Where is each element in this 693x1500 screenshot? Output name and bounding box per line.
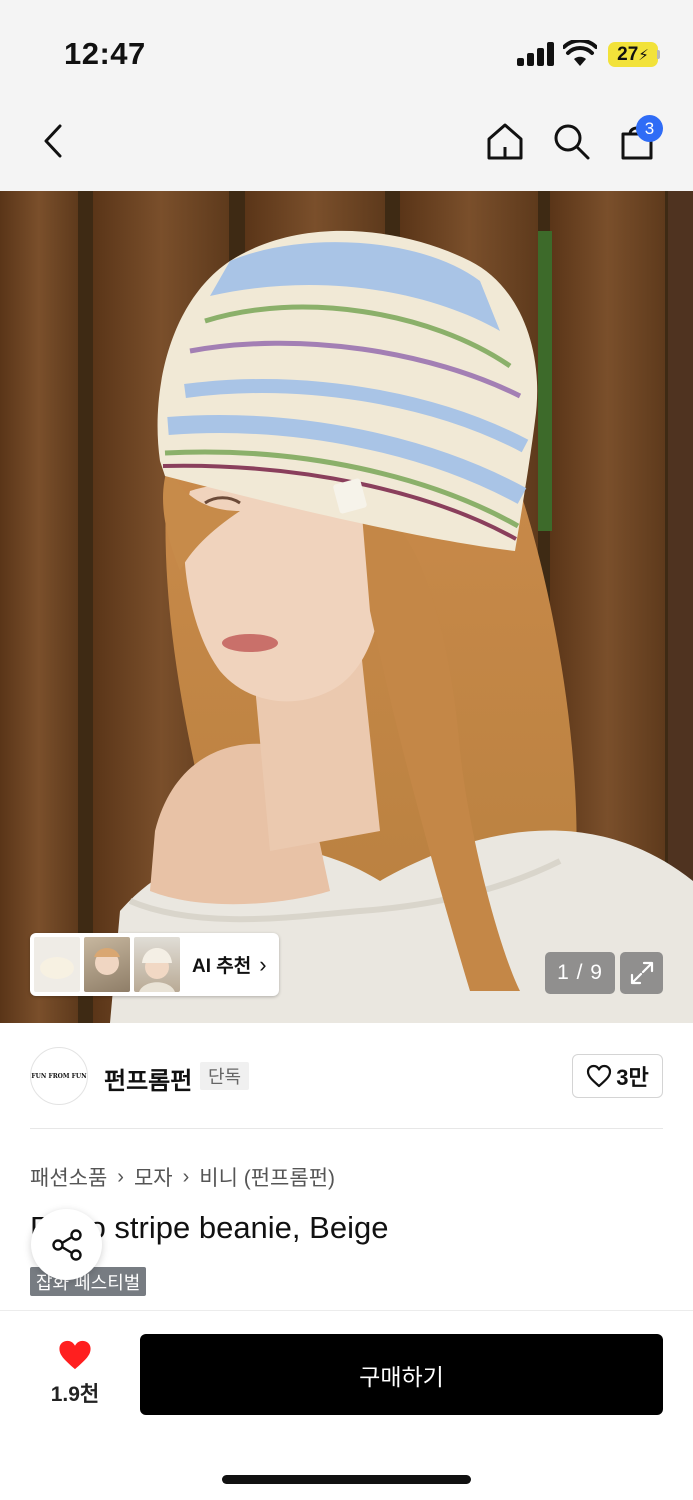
breadcrumb-item-2[interactable]: 모자 <box>134 1162 173 1192</box>
heart-outline-icon <box>587 1064 612 1088</box>
ai-recommend-chip[interactable]: AI 추천 › <box>30 933 279 996</box>
product-photo <box>0 191 693 1023</box>
brand-name[interactable]: 펀프롬펀 <box>104 1061 192 1096</box>
exclusive-badge: 단독 <box>200 1062 250 1090</box>
wifi-icon <box>563 40 597 66</box>
back-button[interactable] <box>30 118 76 164</box>
wishlist-button[interactable]: 1.9천 <box>40 1338 110 1408</box>
search-button[interactable] <box>548 118 594 164</box>
brand-logo-text: FUN FROM FUN <box>31 1072 87 1080</box>
breadcrumb: 패션소품 › 모자 › 비니 (펀프롬펀) <box>30 1162 335 1192</box>
battery-level: 27 <box>617 43 639 65</box>
home-icon <box>487 123 523 160</box>
back-arrow-icon <box>44 124 62 158</box>
ai-thumb-3 <box>134 937 180 992</box>
battery-indicator: 27 ⚡ <box>608 42 658 67</box>
expand-icon <box>630 961 653 985</box>
home-indicator <box>222 1475 471 1484</box>
share-icon <box>51 1228 82 1261</box>
home-button[interactable] <box>482 118 528 164</box>
wishlist-count: 1.9천 <box>50 1383 100 1406</box>
product-image[interactable] <box>0 191 693 1023</box>
ai-thumb-2 <box>84 937 130 992</box>
brand-logo[interactable]: FUN FROM FUN <box>30 1047 88 1105</box>
heart-filled-icon <box>59 1340 91 1370</box>
ai-thumb-1 <box>34 937 80 992</box>
brand-like-count: 3만 <box>616 1065 649 1090</box>
chevron-right-icon: › <box>259 951 267 977</box>
charging-bolt-icon: ⚡ <box>638 46 649 64</box>
brand-like-button[interactable]: 3만 <box>572 1054 663 1098</box>
breadcrumb-item-3[interactable]: 비니 (펀프롬펀) <box>199 1162 335 1192</box>
battery-cap <box>657 50 660 59</box>
expand-button[interactable] <box>620 952 663 994</box>
ai-recommend-label: AI 추천 <box>192 956 252 977</box>
search-icon <box>554 124 590 160</box>
breadcrumb-item-1[interactable]: 패션소품 <box>30 1162 107 1192</box>
top-nav <box>0 100 693 191</box>
share-button[interactable] <box>31 1209 102 1280</box>
buy-button[interactable]: 구매하기 <box>140 1334 663 1415</box>
signal-icon <box>517 42 555 66</box>
chevron-right-icon: › <box>182 1165 190 1188</box>
image-page-counter: 1 / 9 <box>545 952 615 994</box>
status-time: 12:47 <box>64 36 146 71</box>
divider <box>30 1128 663 1129</box>
status-bar: 12:47 27 ⚡ <box>0 0 693 100</box>
chevron-right-icon: › <box>117 1165 124 1188</box>
cart-count-badge: 3 <box>636 115 663 142</box>
